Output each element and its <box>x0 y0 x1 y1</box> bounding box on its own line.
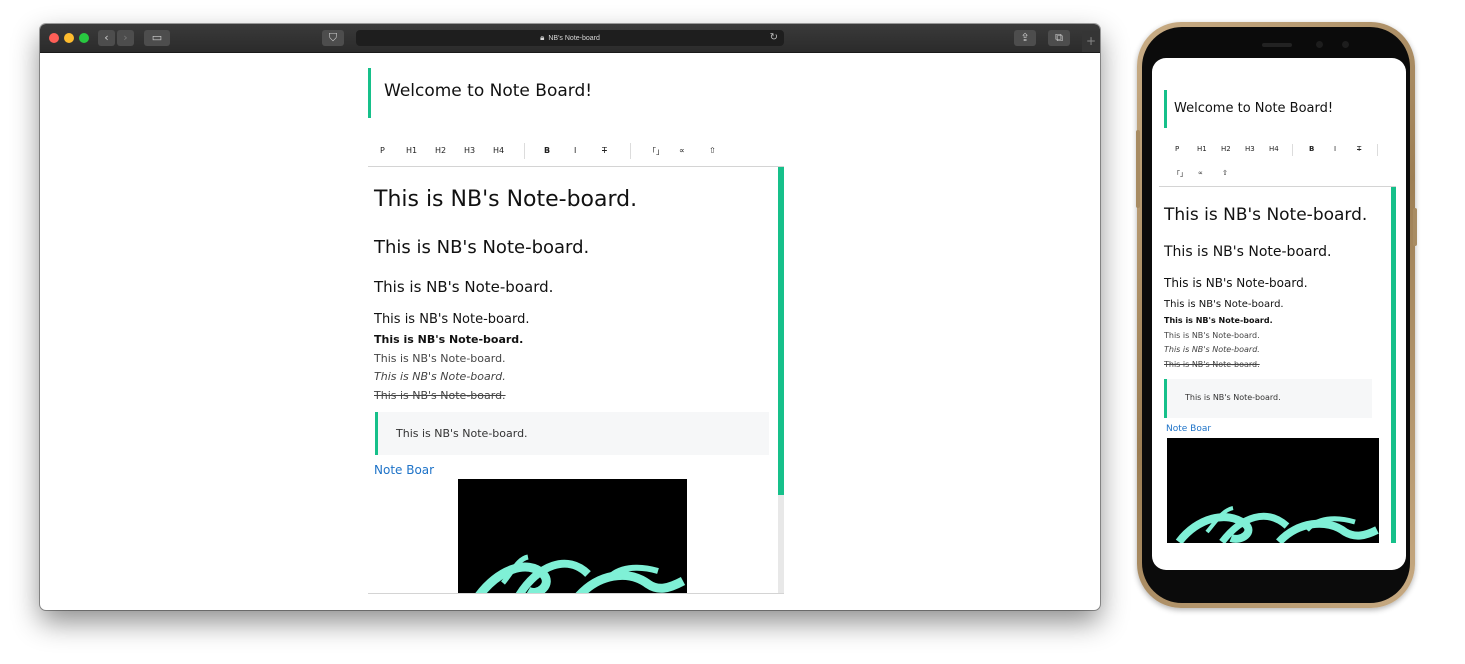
mobile-graffiti-logo-art <box>1175 506 1379 543</box>
mobile-h2-button[interactable]: H2 <box>1221 145 1231 153</box>
phone-volume-button <box>1136 130 1140 208</box>
mobile-note-board-header: Welcome to Note Board! <box>1164 90 1384 128</box>
back-button[interactable]: ‹ <box>98 30 115 46</box>
note-board-link[interactable]: Note Boar <box>374 463 434 477</box>
lock-icon: 🔒︎ <box>540 33 545 42</box>
heading-3-line: This is NB's Note-board. <box>374 278 554 296</box>
mobile-heading-2-line: This is NB's Note-board. <box>1164 244 1332 260</box>
upload-image-button[interactable]: ⇧ <box>709 146 716 155</box>
scrollbar-thumb[interactable] <box>778 167 784 495</box>
mobile-note-board-link[interactable]: Note Boar <box>1166 424 1211 434</box>
blockquote-text: This is NB's Note-board. <box>396 427 528 440</box>
phone-screen: Welcome to Note Board! P H1 H2 H3 H4 B I… <box>1152 58 1406 570</box>
mobile-paragraph-button[interactable]: P <box>1175 145 1179 153</box>
mobile-strikethrough-line: This is NB's Note-board. <box>1164 360 1260 369</box>
link-button[interactable]: ∝ <box>679 146 685 155</box>
mobile-upload-image-button[interactable]: ⇧ <box>1222 169 1228 177</box>
paragraph-line: This is NB's Note-board. <box>374 352 506 365</box>
mobile-scrollbar[interactable] <box>1391 187 1396 543</box>
mobile-heading-3-line: This is NB's Note-board. <box>1164 276 1308 290</box>
shield-icon[interactable]: ⛉ <box>322 30 344 46</box>
mobile-quote-button[interactable]: 「」 <box>1173 169 1187 179</box>
close-window-button[interactable] <box>49 33 59 43</box>
heading-4-line: This is NB's Note-board. <box>374 312 530 327</box>
blockquote: This is NB's Note-board. <box>375 412 769 455</box>
quote-button[interactable]: 「」 <box>648 146 664 157</box>
mobile-heading-4-line: This is NB's Note-board. <box>1164 299 1284 310</box>
zoom-window-button[interactable] <box>79 33 89 43</box>
mobile-bold-button[interactable]: B <box>1309 145 1314 153</box>
phone-camera <box>1316 41 1323 48</box>
sidebar-toggle-icon[interactable]: ▭ <box>144 30 170 46</box>
minimize-window-button[interactable] <box>64 33 74 43</box>
note-board-header: Welcome to Note Board! <box>368 68 778 118</box>
mobile-h3-button[interactable]: H3 <box>1245 145 1255 153</box>
h4-button[interactable]: H4 <box>493 146 504 155</box>
note-board-title: Welcome to Note Board! <box>384 81 593 101</box>
graffiti-logo-art <box>475 554 686 593</box>
mobile-note-board-title: Welcome to Note Board! <box>1174 101 1334 116</box>
new-tab-button[interactable]: + <box>1082 31 1100 52</box>
mobile-heading-1-line: This is NB's Note-board. <box>1164 205 1368 225</box>
mobile-italic-button[interactable]: I <box>1334 145 1336 153</box>
mobile-logo-image <box>1167 438 1379 543</box>
strikethrough-line: This is NB's Note-board. <box>374 389 506 402</box>
toolbar-divider <box>524 143 525 159</box>
heading-1-line: This is NB's Note-board. <box>374 187 638 212</box>
editor-area[interactable]: This is NB's Note-board. This is NB's No… <box>368 166 784 594</box>
forward-button[interactable]: › <box>117 30 134 46</box>
bold-line: This is NB's Note-board. <box>374 333 524 346</box>
mobile-h4-button[interactable]: H4 <box>1269 145 1279 153</box>
phone-power-button <box>1413 208 1417 246</box>
mobile-italic-line: This is NB's Note-board. <box>1164 345 1260 354</box>
italic-button[interactable]: I <box>574 146 576 155</box>
phone-sensor <box>1342 41 1349 48</box>
toolbar-divider <box>630 143 631 159</box>
address-bar[interactable]: 🔒︎ NB's Note-board ↻ <box>356 30 784 46</box>
mobile-link-button[interactable]: ∝ <box>1198 169 1203 177</box>
h3-button[interactable]: H3 <box>464 146 475 155</box>
reload-icon[interactable]: ↻ <box>770 30 778 46</box>
paragraph-button[interactable]: P <box>380 146 385 155</box>
heading-2-line: This is NB's Note-board. <box>374 237 590 258</box>
share-icon[interactable]: ⇪ <box>1014 30 1036 46</box>
mobile-blockquote-text: This is NB's Note-board. <box>1185 393 1281 402</box>
mobile-editor-area[interactable]: This is NB's Note-board. This is NB's No… <box>1159 186 1396 543</box>
mobile-toolbar-divider <box>1377 144 1378 156</box>
mobile-paragraph-line: This is NB's Note-board. <box>1164 331 1260 340</box>
mobile-blockquote: This is NB's Note-board. <box>1164 379 1372 418</box>
h2-button[interactable]: H2 <box>435 146 446 155</box>
phone-speaker <box>1262 43 1292 47</box>
tabs-overview-icon[interactable]: ⧉ <box>1048 30 1070 46</box>
mobile-toolbar-divider <box>1292 144 1293 156</box>
italic-line: This is NB's Note-board. <box>374 370 506 383</box>
browser-window: ‹ › ▭ ⛉ 🔒︎ NB's Note-board ↻ ⇪ ⧉ + Welcom… <box>40 24 1100 610</box>
h1-button[interactable]: H1 <box>406 146 417 155</box>
strikethrough-button[interactable]: T <box>602 146 607 155</box>
mobile-h1-button[interactable]: H1 <box>1197 145 1207 153</box>
page-title-in-address: NB's Note-board <box>548 35 600 42</box>
bold-button[interactable]: B <box>544 146 550 155</box>
logo-image <box>458 479 687 593</box>
mobile-bold-line: This is NB's Note-board. <box>1164 316 1273 325</box>
mobile-strikethrough-button[interactable]: T <box>1357 145 1361 153</box>
format-toolbar: P H1 H2 H3 H4 B I T 「」 ∝ ⇧ <box>368 142 784 166</box>
browser-toolbar: ‹ › ▭ ⛉ 🔒︎ NB's Note-board ↻ ⇪ ⧉ + <box>40 24 1100 53</box>
